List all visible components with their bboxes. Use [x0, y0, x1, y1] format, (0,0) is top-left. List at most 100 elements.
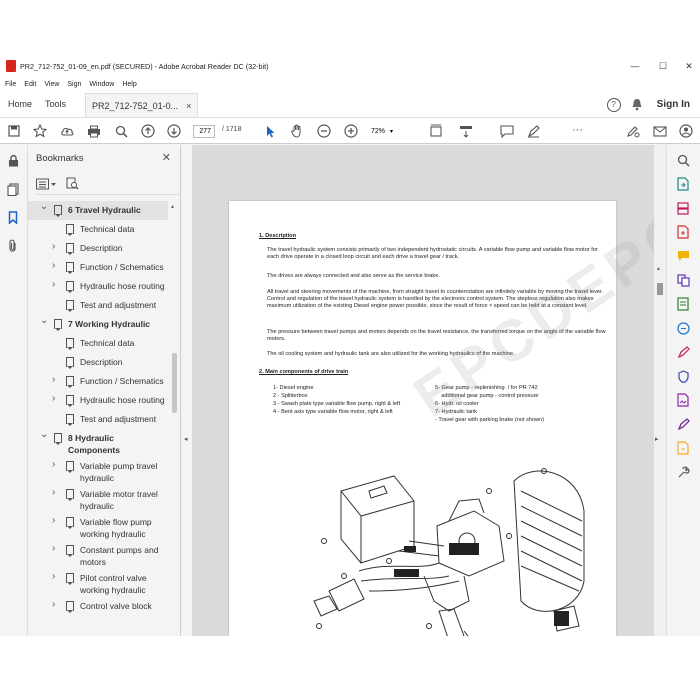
document-scroll-thumb[interactable] — [657, 283, 663, 295]
send-for-signature-icon[interactable] — [676, 393, 690, 407]
find-bookmark-icon[interactable] — [66, 177, 79, 190]
previous-page-icon[interactable] — [140, 123, 156, 139]
edit-pdf-tool-icon[interactable] — [676, 297, 690, 311]
cloud-upload-icon[interactable] — [59, 123, 75, 139]
bell-icon[interactable] — [631, 98, 643, 111]
bookmark-item[interactable]: › Control valve block — [28, 597, 168, 616]
document-scrollbar[interactable]: ▴ ▾ — [654, 145, 666, 636]
comment-icon[interactable] — [499, 123, 515, 139]
chevron-right-icon[interactable]: › — [52, 374, 55, 386]
protect-icon[interactable] — [676, 369, 690, 383]
close-window-button[interactable]: ✕ — [674, 55, 700, 77]
page-thumbnails-icon[interactable] — [6, 182, 20, 196]
select-cursor-icon[interactable] — [263, 123, 279, 139]
minimize-button[interactable]: — — [620, 55, 650, 77]
bookmark-item[interactable]: › Variable pump travel hydraulic — [28, 457, 168, 485]
hand-tool-icon[interactable] — [289, 123, 305, 139]
chevron-right-icon[interactable]: › — [52, 599, 55, 611]
chevron-right-icon[interactable]: › — [52, 260, 55, 272]
request-signatures-icon[interactable] — [676, 417, 690, 431]
chevron-down-icon[interactable]: ⌄ — [40, 315, 48, 327]
export-document-icon[interactable] — [676, 441, 690, 455]
collapse-panel-icon[interactable]: ◂ — [184, 435, 188, 443]
bookmark-item[interactable]: Technical data — [28, 220, 168, 239]
bookmark-item[interactable]: Test and adjustment — [28, 410, 168, 429]
help-icon[interactable]: ? — [606, 97, 621, 112]
more-tools-icon[interactable] — [676, 465, 690, 479]
menu-sign[interactable]: Sign — [67, 81, 81, 88]
page-number-input[interactable]: 277 — [193, 125, 215, 138]
chevron-right-icon[interactable]: › — [52, 459, 55, 471]
bookmark-item[interactable]: Test and adjustment — [28, 296, 168, 315]
chevron-right-icon[interactable]: › — [52, 515, 55, 527]
chevron-right-icon[interactable]: › — [52, 571, 55, 583]
comment-tool-icon[interactable] — [676, 249, 690, 263]
bookmark-chapter[interactable]: ⌄ 8 Hydraulic Components — [28, 429, 168, 457]
fill-sign-icon[interactable] — [676, 345, 690, 359]
chevron-right-icon[interactable]: › — [52, 543, 55, 555]
doc-scroll-up-icon[interactable]: ▴ — [657, 265, 660, 272]
bookmark-item[interactable]: › Hydraulic hose routing — [28, 277, 168, 296]
next-page-icon[interactable] — [166, 123, 182, 139]
zoom-out-icon[interactable] — [316, 123, 332, 139]
scroll-up-arrow-icon[interactable]: ▴ — [171, 203, 174, 210]
bookmark-item[interactable]: Description — [28, 353, 168, 372]
tab-tools[interactable]: Tools — [41, 90, 75, 117]
close-bookmarks-icon[interactable]: ✕ — [162, 151, 171, 164]
bookmark-item[interactable]: › Function / Schematics — [28, 258, 168, 277]
menu-help[interactable]: Help — [122, 81, 136, 88]
tab-home[interactable]: Home — [0, 90, 41, 117]
bookmark-item[interactable]: › Description — [28, 239, 168, 258]
chevron-down-icon[interactable]: ⌄ — [40, 201, 48, 213]
more-tools-button[interactable]: ··· — [572, 124, 583, 136]
bookmark-chapter[interactable]: ⌄ 6 Travel Hydraulic — [28, 201, 168, 220]
tab-close-icon[interactable]: × — [186, 101, 191, 111]
menu-view[interactable]: View — [44, 81, 59, 88]
bookmarks-scroll-thumb[interactable] — [172, 353, 177, 413]
star-icon[interactable] — [32, 123, 48, 139]
zoom-level-select[interactable]: 72% ▾ — [371, 125, 401, 138]
scroll-mode-icon[interactable] — [458, 123, 474, 139]
account-icon[interactable] — [678, 123, 694, 139]
create-pdf-icon[interactable] — [676, 225, 690, 239]
bookmark-item[interactable]: Technical data — [28, 334, 168, 353]
sign-in-button[interactable]: Sign In — [657, 99, 690, 110]
zoom-search-icon[interactable] — [113, 123, 129, 139]
attachments-icon[interactable] — [6, 239, 20, 253]
chevron-right-icon[interactable]: › — [52, 241, 55, 253]
tab-document[interactable]: PR2_712-752_01-0... × — [85, 93, 199, 117]
bookmark-item[interactable]: › Constant pumps and motors — [28, 541, 168, 569]
bookmark-item[interactable]: › Pilot control valve working hydraulic — [28, 569, 168, 597]
bookmarks-panel-icon[interactable] — [6, 210, 20, 224]
bookmark-icon — [66, 300, 74, 312]
bookmark-chapter[interactable]: ⌄ 7 Working Hydraulic — [28, 315, 168, 334]
print-icon[interactable] — [86, 123, 102, 139]
export-pdf-icon[interactable] — [676, 177, 690, 191]
expand-right-panel-icon[interactable]: ▸ — [655, 435, 659, 443]
chevron-right-icon[interactable]: › — [52, 393, 55, 405]
save-icon[interactable] — [6, 123, 22, 139]
bookmark-label: Variable motor travel hydraulic — [80, 489, 158, 511]
bookmark-item[interactable]: › Variable flow pump working hydraulic — [28, 513, 168, 541]
bookmarks-scrollbar[interactable]: ▴ ▾ — [171, 203, 178, 636]
menu-window[interactable]: Window — [89, 81, 114, 88]
page-fit-icon[interactable] — [428, 123, 444, 139]
bookmark-item[interactable]: › Variable motor travel hydraulic — [28, 485, 168, 513]
highlight-pen-icon[interactable] — [525, 123, 541, 139]
compress-pdf-icon[interactable] — [676, 321, 690, 335]
edit-pdf-icon[interactable] — [625, 123, 641, 139]
zoom-in-icon[interactable] — [343, 123, 359, 139]
organize-pages-icon[interactable] — [676, 201, 690, 215]
bookmark-item[interactable]: › Hydraulic hose routing — [28, 391, 168, 410]
menu-edit[interactable]: Edit — [24, 81, 36, 88]
bookmark-options-icon[interactable] — [36, 178, 58, 190]
chevron-right-icon[interactable]: › — [52, 487, 55, 499]
chevron-down-icon[interactable]: ⌄ — [40, 429, 48, 441]
search-icon[interactable] — [676, 153, 690, 167]
email-icon[interactable] — [652, 123, 668, 139]
menu-file[interactable]: File — [5, 81, 16, 88]
lock-icon[interactable] — [6, 153, 20, 167]
combine-files-icon[interactable] — [676, 273, 690, 287]
chevron-right-icon[interactable]: › — [52, 279, 55, 291]
bookmark-item[interactable]: › Function / Schematics — [28, 372, 168, 391]
